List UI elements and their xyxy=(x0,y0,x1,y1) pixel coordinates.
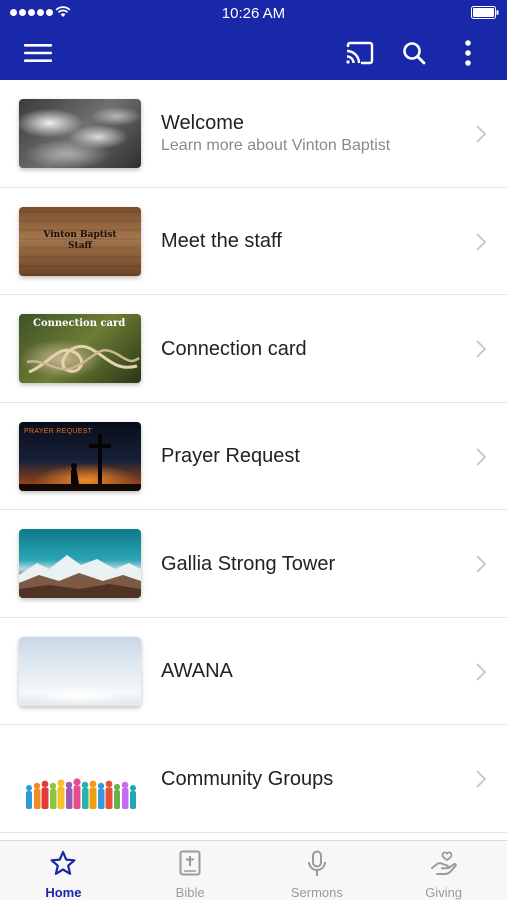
people-silhouettes-icon xyxy=(26,778,136,809)
search-icon xyxy=(403,42,426,65)
chevron-right-icon xyxy=(476,555,487,573)
community-groups-thumbnail xyxy=(19,744,141,813)
chevron-right-icon xyxy=(476,340,487,358)
list-item-title: Welcome xyxy=(161,112,244,134)
app-bar xyxy=(0,26,507,80)
bottom-navigation: Home Bible Sermons Giving xyxy=(0,840,507,900)
rope-knot-icon xyxy=(26,344,140,374)
list-item-connection-card[interactable]: Connection card Connection card xyxy=(0,295,507,403)
list-item-title: Connection card xyxy=(161,337,307,360)
staff-thumbnail-text-line2: Staff xyxy=(68,241,92,251)
cross-silhouette-icon xyxy=(19,433,141,491)
list-item-title: Gallia Strong Tower xyxy=(161,552,336,575)
chevron-right-icon xyxy=(476,232,487,251)
connection-card-thumbnail: Connection card xyxy=(19,314,141,383)
content-list: Welcome Learn more about Vinton Baptist … xyxy=(0,80,507,840)
tab-home[interactable]: Home xyxy=(0,841,127,900)
more-vert-icon xyxy=(465,40,471,66)
search-button[interactable] xyxy=(396,36,432,70)
star-icon xyxy=(50,850,76,875)
list-item-title: Community Groups xyxy=(161,767,334,790)
chevron-right-icon xyxy=(476,447,487,466)
tab-home-label: Home xyxy=(45,885,82,900)
awana-thumbnail xyxy=(19,636,141,706)
tab-giving-label: Giving xyxy=(425,885,463,900)
list-item-awana[interactable]: AWANA xyxy=(0,618,507,725)
list-item-meet-the-staff[interactable]: Vinton Baptist Staff Meet the staff xyxy=(0,188,507,295)
mountain-landscape-icon xyxy=(19,555,141,598)
tab-sermons[interactable]: Sermons xyxy=(254,841,381,900)
bible-icon xyxy=(179,850,201,876)
tab-sermons-label: Sermons xyxy=(290,885,343,900)
list-item-title: Meet the staff xyxy=(161,230,282,252)
chevron-right-icon xyxy=(476,770,487,788)
hamburger-icon xyxy=(24,44,52,62)
menu-button[interactable] xyxy=(20,36,56,70)
status-time: 10:26 AM xyxy=(221,5,286,22)
cast-icon xyxy=(346,41,374,65)
more-options-button[interactable] xyxy=(450,36,486,70)
cast-button[interactable] xyxy=(342,36,378,70)
list-item-subtitle: Learn more about Vinton Baptist xyxy=(161,137,391,154)
list-item-title: AWANA xyxy=(161,660,233,682)
staff-thumbnail-text-line1: Vinton Baptist xyxy=(43,230,117,240)
microphone-icon xyxy=(307,850,326,876)
battery-icon xyxy=(471,6,499,19)
list-item-prayer-request[interactable]: PRAYER REQUEST Prayer Request xyxy=(0,403,507,510)
list-item-gallia-strong-tower[interactable]: Gallia Strong Tower xyxy=(0,510,507,618)
list-item-community-groups[interactable]: Community Groups xyxy=(0,725,507,833)
chevron-right-icon xyxy=(476,125,487,143)
giving-hand-icon xyxy=(430,851,457,875)
chevron-right-icon xyxy=(476,662,487,681)
prayer-request-thumbnail: PRAYER REQUEST xyxy=(19,421,141,491)
tab-bible-label: Bible xyxy=(175,885,205,900)
staff-thumbnail: Vinton Baptist Staff xyxy=(19,206,141,276)
gallia-strong-tower-thumbnail xyxy=(19,529,141,598)
tab-giving[interactable]: Giving xyxy=(380,841,507,900)
welcome-thumbnail xyxy=(19,99,141,168)
status-bar: 10:26 AM xyxy=(0,0,507,26)
list-item-welcome[interactable]: Welcome Learn more about Vinton Baptist xyxy=(0,80,507,188)
tab-bible[interactable]: Bible xyxy=(127,841,254,900)
list-item-title: Prayer Request xyxy=(161,445,300,467)
